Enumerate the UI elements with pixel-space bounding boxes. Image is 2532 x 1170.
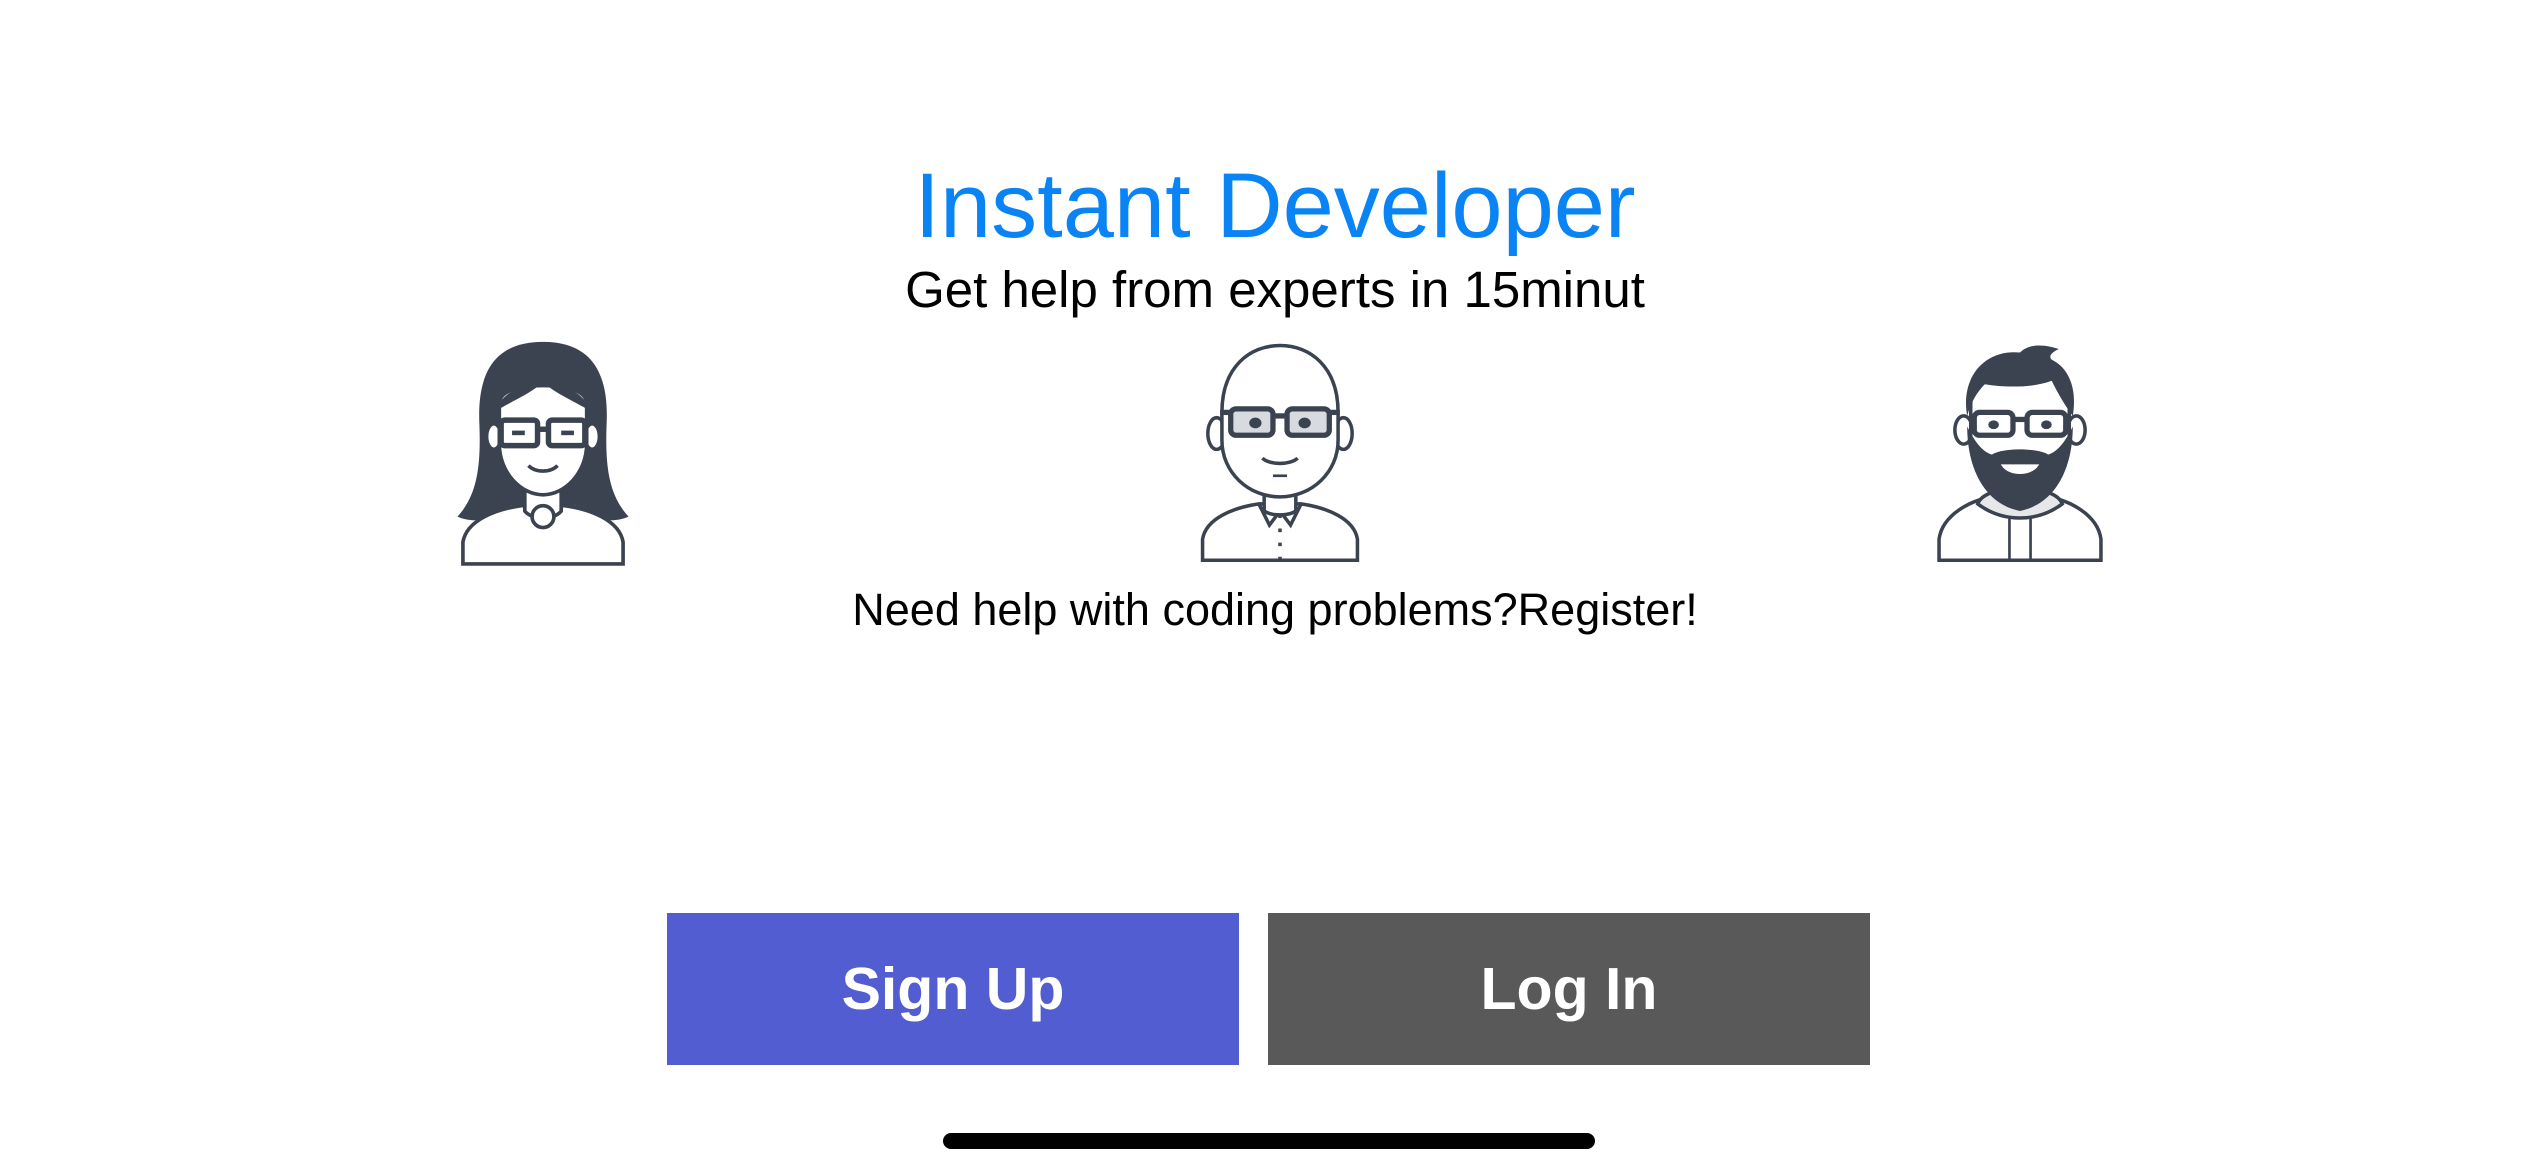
woman-avatar-icon [452, 338, 634, 566]
app-title: Instant Developer [914, 155, 1636, 257]
welcome-screen: Instant Developer Get help from experts … [0, 0, 2532, 1170]
log-in-button[interactable]: Log In [1268, 913, 1870, 1065]
register-prompt: Need help with coding problems?Register! [852, 584, 1698, 635]
bald-man-avatar-icon [1192, 338, 1368, 566]
bearded-man-avatar-icon [1932, 338, 2108, 566]
app-subtitle: Get help from experts in 15minut [905, 261, 1645, 318]
sign-up-button[interactable]: Sign Up [667, 913, 1239, 1065]
home-indicator[interactable] [943, 1133, 1595, 1149]
